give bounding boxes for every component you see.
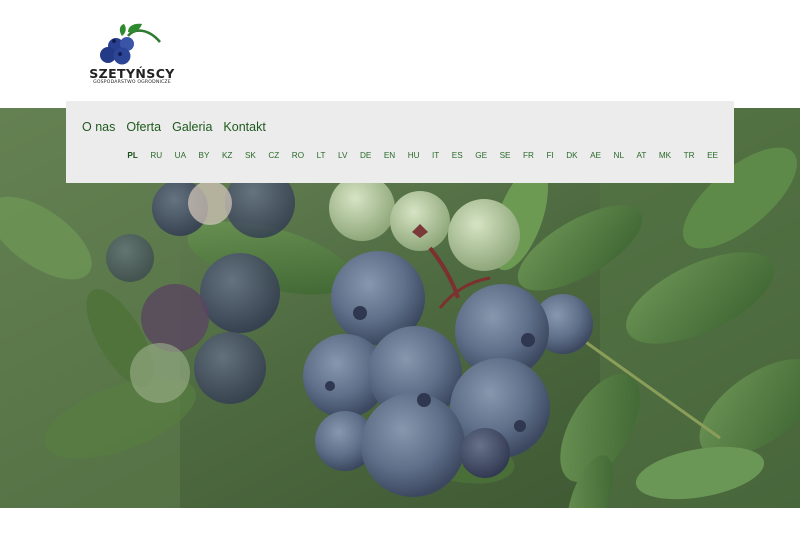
blueberry-logo-icon [100, 23, 161, 65]
lang-pl[interactable]: PL [127, 151, 137, 161]
lang-fi[interactable]: FI [546, 151, 553, 161]
lang-lv[interactable]: LV [338, 151, 347, 161]
logo-name: SZETYŃSCY [89, 66, 175, 81]
main-navbar: O nas Oferta Galeria Kontakt PL RU UA BY… [66, 101, 734, 183]
logo-subtitle: GOSPODARSTWO OGRODNICZE [93, 80, 171, 85]
lang-mk[interactable]: MK [659, 151, 671, 161]
lang-cz[interactable]: CZ [268, 151, 279, 161]
lang-ge[interactable]: GE [475, 151, 487, 161]
lang-lt[interactable]: LT [317, 151, 326, 161]
lang-ae[interactable]: AE [590, 151, 601, 161]
lang-de[interactable]: DE [360, 151, 371, 161]
menu-item-kontakt[interactable]: Kontakt [223, 119, 265, 135]
site-header: SZETYŃSCY GOSPODARSTWO OGRODNICZE [0, 0, 800, 108]
menu-item-oferta[interactable]: Oferta [126, 119, 161, 135]
lang-ua[interactable]: UA [175, 151, 186, 161]
lang-fr[interactable]: FR [523, 151, 534, 161]
lang-ee[interactable]: EE [707, 151, 718, 161]
lang-by[interactable]: BY [199, 151, 210, 161]
lang-tr[interactable]: TR [684, 151, 695, 161]
menu-item-o-nas[interactable]: O nas [82, 119, 115, 135]
lang-dk[interactable]: DK [566, 151, 577, 161]
language-switcher: PL RU UA BY KZ SK CZ RO LT LV DE EN HU I… [115, 151, 718, 161]
lang-it[interactable]: IT [432, 151, 439, 161]
menu-item-galeria[interactable]: Galeria [172, 119, 212, 135]
lang-at[interactable]: AT [637, 151, 647, 161]
lang-sk[interactable]: SK [245, 151, 256, 161]
main-menu: O nas Oferta Galeria Kontakt [82, 119, 277, 135]
site-logo[interactable]: SZETYŃSCY GOSPODARSTWO OGRODNICZE [84, 22, 180, 88]
lang-ru[interactable]: RU [150, 151, 162, 161]
lang-ro[interactable]: RO [292, 151, 304, 161]
lang-es[interactable]: ES [452, 151, 463, 161]
lang-hu[interactable]: HU [408, 151, 420, 161]
lang-nl[interactable]: NL [614, 151, 624, 161]
lang-kz[interactable]: KZ [222, 151, 232, 161]
lang-se[interactable]: SE [500, 151, 511, 161]
lang-en[interactable]: EN [384, 151, 395, 161]
